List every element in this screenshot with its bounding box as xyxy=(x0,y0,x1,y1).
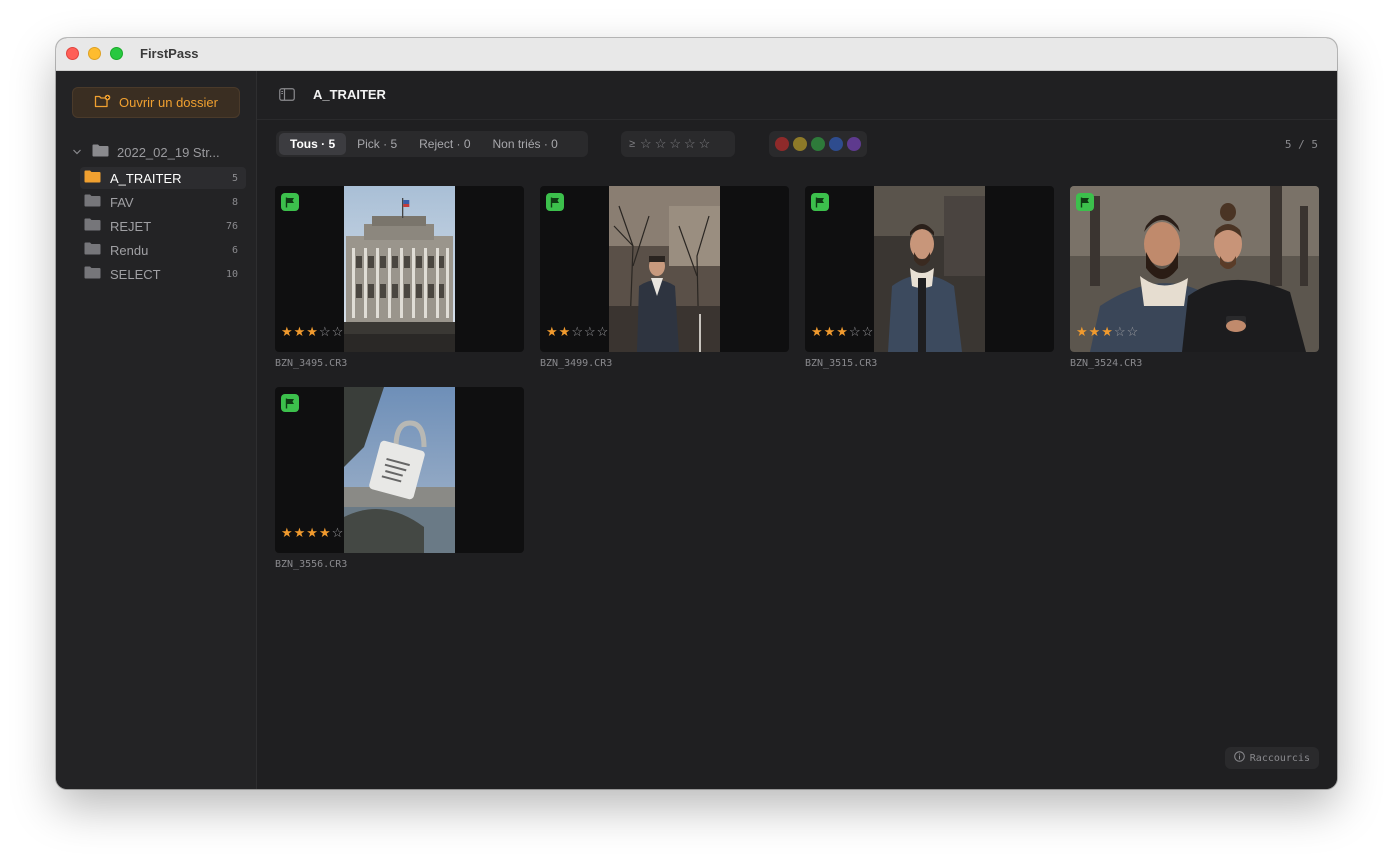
photo-card[interactable]: ★★★☆☆ BZN_3524.CR3 xyxy=(1070,186,1319,369)
photo-image xyxy=(609,186,720,352)
sidebar-item-label: A_TRAITER xyxy=(110,170,182,186)
flag-icon[interactable] xyxy=(811,193,829,211)
rating-filter-prefix: ≥ xyxy=(629,138,636,150)
star-icon[interactable]: ☆ xyxy=(640,136,652,152)
star-icon[interactable]: ☆ xyxy=(684,136,696,152)
sidebar: Ouvrir un dossier 2022_02_19 Str... A_TR… xyxy=(56,71,257,789)
sidebar-item-label: Rendu xyxy=(110,242,149,258)
filter-bar: Tous · 5 Pick · 5 Reject · 0 Non triés ·… xyxy=(257,120,1337,168)
flag-icon[interactable] xyxy=(281,193,299,211)
sidebar-item-rejet[interactable]: REJET 76 xyxy=(80,215,246,237)
sidebar-item-label: SELECT xyxy=(110,266,161,282)
photo-card[interactable]: ★★☆☆☆ BZN_3499.CR3 xyxy=(540,186,789,369)
folder-icon xyxy=(84,218,101,234)
flag-icon[interactable] xyxy=(281,394,299,412)
main-area: A_TRAITER Tous · 5 Pick · 5 Reject · 0 N… xyxy=(257,71,1337,789)
photo-thumbnail[interactable]: ★★☆☆☆ xyxy=(540,186,789,352)
window-title: FirstPass xyxy=(140,46,199,61)
open-folder-button[interactable]: Ouvrir un dossier xyxy=(72,87,240,118)
close-window-button[interactable] xyxy=(66,47,79,60)
minimize-window-button[interactable] xyxy=(88,47,101,60)
photo-card[interactable]: ★★★★☆ BZN_3556.CR3 xyxy=(275,387,524,570)
photo-thumbnail[interactable]: ★★★★☆ xyxy=(275,387,524,553)
header: A_TRAITER xyxy=(257,71,1337,120)
shortcuts-button[interactable]: Raccourcis xyxy=(1224,747,1319,769)
photo-filename: BZN_3499.CR3 xyxy=(540,358,613,369)
photo-thumbnail[interactable]: ★★★☆☆ xyxy=(805,186,1054,352)
photo-counter: 5 / 5 xyxy=(1284,138,1318,151)
star-icon[interactable]: ☆ xyxy=(699,136,711,152)
folder-icon xyxy=(84,242,101,258)
color-filter-red[interactable] xyxy=(775,137,789,151)
sidebar-item-select[interactable]: SELECT 10 xyxy=(80,263,246,285)
page-title: A_TRAITER xyxy=(313,87,386,102)
folder-icon xyxy=(84,194,101,210)
chevron-down-icon[interactable] xyxy=(72,145,84,160)
photo-thumbnail[interactable]: ★★★☆☆ xyxy=(275,186,524,352)
sidebar-item-count: 6 xyxy=(231,244,238,256)
photo-filename: BZN_3524.CR3 xyxy=(1070,358,1143,369)
sidebar-item-label: FAV xyxy=(110,194,134,210)
color-filter-yellow[interactable] xyxy=(793,137,807,151)
sidebar-item-a-traiter[interactable]: A_TRAITER 5 xyxy=(80,167,246,189)
color-filter-green[interactable] xyxy=(811,137,825,151)
folder-icon xyxy=(92,144,109,160)
pick-filter-tabs: Tous · 5 Pick · 5 Reject · 0 Non triés ·… xyxy=(276,131,588,157)
color-filter-purple[interactable] xyxy=(847,137,861,151)
root-folder[interactable]: 2022_02_19 Str... xyxy=(72,143,252,161)
photo-filename: BZN_3515.CR3 xyxy=(805,358,878,369)
tab-pick[interactable]: Pick · 5 xyxy=(346,133,408,155)
photo-image xyxy=(344,387,455,553)
photo-image xyxy=(874,186,985,352)
open-folder-label: Ouvrir un dossier xyxy=(119,95,218,110)
photo-card[interactable]: ★★★☆☆ BZN_3515.CR3 xyxy=(805,186,1054,369)
sidebar-toggle-icon[interactable] xyxy=(279,88,295,106)
tab-all[interactable]: Tous · 5 xyxy=(279,133,347,155)
star-rating[interactable]: ★★★☆☆ xyxy=(281,324,344,340)
folder-icon xyxy=(84,266,101,282)
flag-icon[interactable] xyxy=(546,193,564,211)
photo-image xyxy=(344,186,455,352)
color-filter-blue[interactable] xyxy=(829,137,843,151)
tab-reject[interactable]: Reject · 0 xyxy=(408,133,481,155)
sidebar-item-label: REJET xyxy=(110,218,152,234)
tab-unsorted[interactable]: Non triés · 0 xyxy=(482,133,569,155)
star-icon[interactable]: ☆ xyxy=(655,136,667,152)
zoom-window-button[interactable] xyxy=(110,47,123,60)
star-rating[interactable]: ★★★☆☆ xyxy=(1076,324,1139,340)
sidebar-item-count: 10 xyxy=(225,268,238,280)
rating-filter: ≥ ☆ ☆ ☆ ☆ ☆ xyxy=(621,131,735,157)
color-label-filter xyxy=(769,131,867,157)
star-rating[interactable]: ★★★★☆ xyxy=(281,525,344,541)
folder-icon xyxy=(84,170,101,186)
folder-open-icon xyxy=(94,94,111,111)
info-icon xyxy=(1233,751,1245,765)
star-rating[interactable]: ★★☆☆☆ xyxy=(546,324,609,340)
photo-card[interactable]: ★★★☆☆ BZN_3495.CR3 xyxy=(275,186,524,369)
shortcuts-label: Raccourcis xyxy=(1249,752,1310,764)
root-folder-label: 2022_02_19 Str... xyxy=(117,144,220,160)
app-window: FirstPass Ouvrir un dossier 2022_02_19 S… xyxy=(56,38,1337,789)
sidebar-item-rendu[interactable]: Rendu 6 xyxy=(80,239,246,261)
sidebar-item-fav[interactable]: FAV 8 xyxy=(80,191,246,213)
sidebar-item-count: 5 xyxy=(231,172,238,184)
sidebar-item-count: 76 xyxy=(225,220,238,232)
photo-filename: BZN_3495.CR3 xyxy=(275,358,348,369)
sidebar-item-count: 8 xyxy=(231,196,238,208)
titlebar: FirstPass xyxy=(56,38,1337,71)
star-icon[interactable]: ☆ xyxy=(669,136,681,152)
photo-filename: BZN_3556.CR3 xyxy=(275,559,348,570)
photo-thumbnail[interactable]: ★★★☆☆ xyxy=(1070,186,1319,352)
star-rating[interactable]: ★★★☆☆ xyxy=(811,324,874,340)
flag-icon[interactable] xyxy=(1076,193,1094,211)
